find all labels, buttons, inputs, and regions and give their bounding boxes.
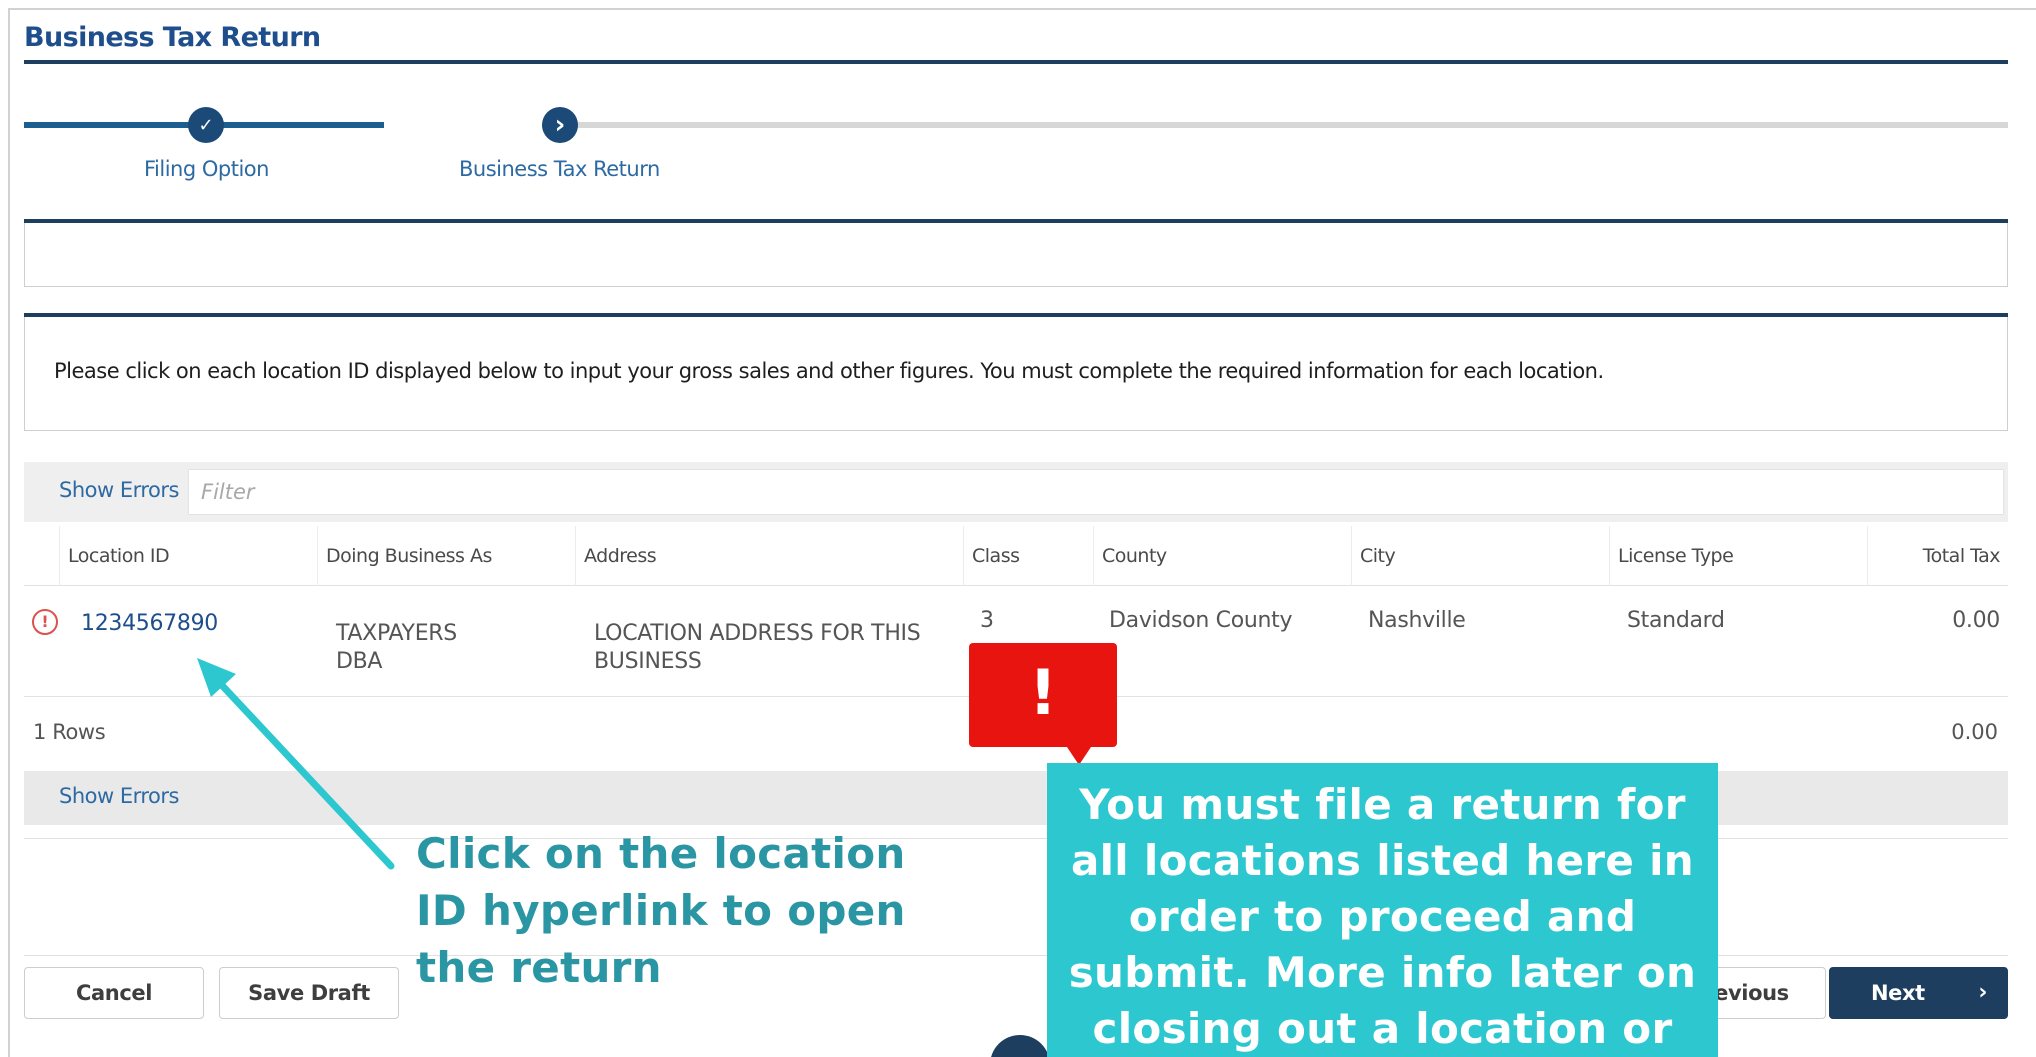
annotation-arrow xyxy=(197,658,395,870)
annotation-instruction-text: Click on the location ID hyperlink to op… xyxy=(416,829,906,992)
annotation-note: You must file a return for all locations… xyxy=(1047,763,1718,1057)
alert-icon: ! xyxy=(969,643,1117,747)
annotation-arrow-shaft xyxy=(213,676,395,870)
